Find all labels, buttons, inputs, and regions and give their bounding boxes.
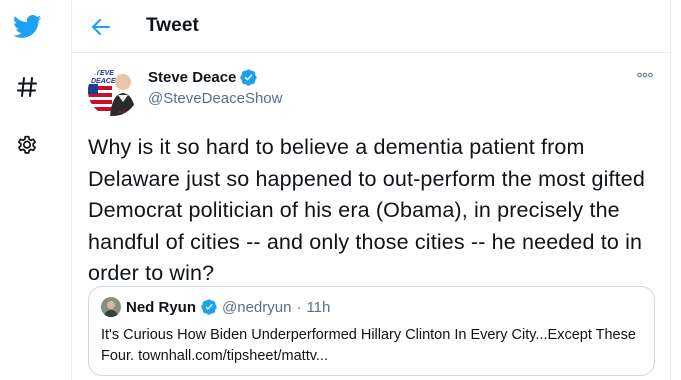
- tweet: STEVE DEACE theblaze Steve Deace @SteveD…: [72, 54, 671, 380]
- quoted-author-handle: @nedryun: [222, 298, 292, 316]
- quoted-tweet-header: Ned Ryun @nedryun · 11h: [101, 297, 330, 317]
- page-title: Tweet: [146, 15, 199, 36]
- quoted-timestamp: 11h: [306, 298, 331, 316]
- arrow-left-icon: [92, 19, 110, 35]
- avatar-text-top: STEVE: [91, 70, 114, 77]
- quoted-avatar: [101, 297, 121, 317]
- main-column: Tweet STEVE DEACE theblaze Steve Deace @…: [72, 0, 671, 380]
- gear-icon[interactable]: [8, 126, 46, 164]
- back-button[interactable]: [84, 10, 118, 44]
- quoted-tweet[interactable]: Ned Ryun @nedryun · 11h It's Curious How…: [88, 286, 655, 376]
- tweet-text: Why is it so hard to believe a dementia …: [88, 135, 645, 285]
- quoted-author-name: Ned Ryun: [126, 298, 197, 316]
- quoted-tweet-text: It's Curious How Biden Underperformed Hi…: [101, 327, 636, 364]
- page-header: Tweet: [72, 0, 671, 53]
- sidebar: [0, 0, 72, 380]
- avatar[interactable]: STEVE DEACE theblaze: [88, 66, 138, 116]
- verified-badge-icon: [201, 299, 217, 315]
- twitter-bird-icon[interactable]: [8, 8, 46, 46]
- avatar-text-bottom: DEACE: [91, 78, 116, 85]
- author-name[interactable]: Steve Deace: [148, 69, 258, 86]
- separator-dot: ·: [296, 298, 302, 316]
- hashtag-icon[interactable]: [8, 68, 46, 106]
- avatar-brand: theblaze: [119, 109, 135, 114]
- author-name-text: Steve Deace: [148, 69, 237, 86]
- author-handle[interactable]: @SteveDeaceShow: [148, 90, 282, 107]
- verified-badge-icon: [240, 69, 258, 86]
- more-options-button[interactable]: [635, 68, 655, 82]
- more-dots-icon: [637, 72, 653, 78]
